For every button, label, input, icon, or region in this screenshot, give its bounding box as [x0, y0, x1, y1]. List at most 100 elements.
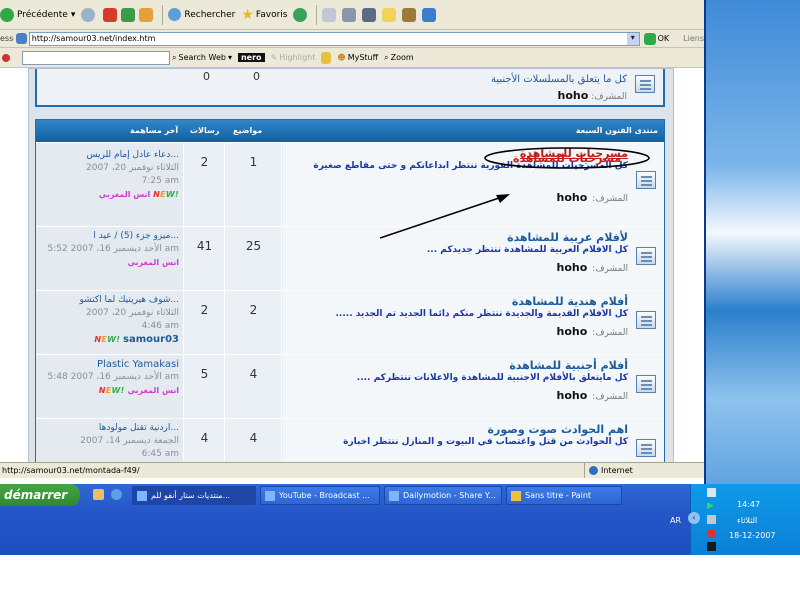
- forum-title-link[interactable]: أفلام أجنبية للمشاهدة: [287, 359, 628, 372]
- search-label: Rechercher: [184, 9, 236, 20]
- clock-date: 18-12-2007: [729, 531, 776, 540]
- go-arrow-icon[interactable]: [643, 32, 656, 45]
- research-icon[interactable]: [402, 7, 417, 22]
- last-post-user[interactable]: انس المغربي: [99, 190, 151, 199]
- clock-time[interactable]: 14:47: [737, 500, 760, 509]
- forum-icon: [636, 375, 656, 393]
- topics-count: 25: [226, 227, 282, 290]
- system-tray: ‹ ▶ 14:47 الثلاثاء 18-12-2007: [688, 484, 800, 555]
- prev-moderator-line: المشرف: hoho: [558, 89, 627, 102]
- forum-title-link[interactable]: أفلام هندية للمشاهدة: [287, 295, 628, 308]
- moderator-link[interactable]: hoho: [557, 325, 588, 338]
- address-input[interactable]: http://samour03.net/index.htm ▾: [28, 31, 640, 46]
- edit-icon[interactable]: [362, 7, 377, 22]
- quicklaunch-icon[interactable]: [93, 489, 104, 500]
- tray-antivirus-icon[interactable]: [707, 529, 716, 538]
- pencil-icon: ✎: [270, 53, 278, 62]
- search-web-button[interactable]: ⌕ Search Web ▾: [172, 53, 232, 63]
- moderator-link[interactable]: hoho: [557, 191, 588, 204]
- tray-volume-icon[interactable]: [707, 515, 716, 524]
- ie-icon: [265, 490, 275, 501]
- forum-title-link[interactable]: اهم الحوادث صوت وصورة: [287, 423, 628, 436]
- toolbar-separator: [316, 4, 318, 25]
- links-button[interactable]: Liens: [683, 34, 704, 43]
- mystuff-button[interactable]: ☻ MyStuff: [337, 53, 378, 62]
- dropdown-arrow-icon[interactable]: ▾: [626, 32, 639, 45]
- tray-shield-icon[interactable]: [707, 542, 716, 551]
- forum-icon: [635, 75, 655, 93]
- favorites-button[interactable]: ★ Favoris: [241, 7, 287, 23]
- topics-count: 4: [226, 419, 282, 462]
- taskbar-item[interactable]: Dailymotion - Share Y...: [384, 486, 502, 505]
- col-last-post: آخر مساهمة: [130, 126, 179, 135]
- prev-forum-description[interactable]: كل ما يتعلق بالمسلسلات الأجنبية: [491, 74, 627, 85]
- forum-row: شوف هيريتيك لما اكتشو... الثلاثاء نوفمبر…: [36, 290, 664, 354]
- zoom-button[interactable]: ⌕ Zoom: [384, 53, 414, 63]
- last-post-title[interactable]: اردنية تقتل مولودها...: [40, 422, 179, 435]
- nero-search-toolbar: ⌕ Search Web ▾ nero ✎ Highlight ☻ MyStuf…: [0, 48, 704, 68]
- forum-title-link[interactable]: مسرحيات للمشاهدة: [287, 147, 628, 160]
- home-icon[interactable]: [139, 7, 154, 22]
- last-post-title[interactable]: دعاء عادل إمام للريس...: [40, 149, 180, 162]
- go-button[interactable]: OK: [658, 34, 670, 43]
- last-post-title[interactable]: ميزو جزء (5) / عيد ا...: [40, 230, 179, 243]
- forum-row: Plastic Yamakasi الأحد ديسمبر 16، 2007 5…: [36, 354, 664, 418]
- tray-chevron-icon[interactable]: ‹: [688, 512, 700, 524]
- last-post-user[interactable]: انس المغربي: [127, 386, 179, 395]
- category-title[interactable]: منتدى الفنون السبعة: [576, 126, 658, 135]
- dropdown-arrow-icon: ▾: [70, 9, 76, 20]
- mystuff-label: MyStuff: [347, 53, 379, 62]
- search-web-input[interactable]: [22, 50, 170, 65]
- nero-bar-icon: [2, 53, 10, 62]
- messenger-icon[interactable]: [422, 7, 437, 22]
- last-post-title[interactable]: شوف هيريتيك لما اكتشو...: [40, 294, 179, 307]
- posts-count: 5: [185, 355, 225, 418]
- last-post-time: 7:25 am: [141, 176, 179, 186]
- tray-play-icon[interactable]: ▶: [707, 501, 714, 511]
- moderator-link[interactable]: hoho: [557, 389, 588, 402]
- moderator-line: المشرف: hoho: [287, 191, 628, 206]
- history-icon[interactable]: [293, 7, 308, 22]
- new-badge[interactable]: NEW!: [94, 335, 120, 344]
- stop-icon[interactable]: [103, 7, 118, 22]
- folder-icon[interactable]: [382, 7, 397, 22]
- start-button[interactable]: démarrer: [0, 484, 80, 506]
- new-badge[interactable]: NEW!: [153, 190, 179, 199]
- prev-topics-count: 0: [253, 70, 260, 83]
- taskbar-item[interactable]: Sans titre - Paint: [506, 486, 622, 505]
- print-icon[interactable]: [342, 7, 357, 22]
- ie-icon: [137, 490, 147, 501]
- tray-network-icon[interactable]: [707, 488, 716, 497]
- language-indicator[interactable]: AR: [670, 516, 681, 525]
- moderator-link[interactable]: hoho: [557, 261, 588, 274]
- new-badge[interactable]: NEW!: [99, 386, 125, 395]
- search-button[interactable]: Rechercher: [168, 8, 235, 21]
- back-button[interactable]: Précédente ▾: [0, 7, 76, 22]
- refresh-icon[interactable]: [121, 7, 136, 22]
- taskbar-item[interactable]: منتديات ستار أنفو للم...: [132, 486, 256, 505]
- mail-icon[interactable]: [322, 7, 337, 22]
- highlight-button[interactable]: ✎ Highlight: [271, 53, 316, 62]
- moderator-line: المشرف: hoho: [287, 261, 628, 276]
- ie-standard-toolbar: Précédente ▾ Rechercher ★ Favoris: [0, 0, 704, 30]
- zoom-label: Zoom: [390, 53, 414, 62]
- posts-count: 4: [185, 419, 225, 462]
- moderator-link[interactable]: hoho: [558, 89, 589, 102]
- last-post-title[interactable]: Plastic Yamakasi: [40, 358, 179, 371]
- taskbar-item[interactable]: YouTube - Broadcast ...: [260, 486, 380, 505]
- forward-arrow-icon[interactable]: [81, 7, 96, 22]
- forum-description: كل الافلام العربية للمشاهدة ننتظر جديدكم…: [426, 245, 628, 255]
- desktop-wallpaper: [704, 0, 800, 555]
- nero-logo[interactable]: nero: [237, 53, 265, 62]
- forum-title-link[interactable]: لأفلام عربية للمشاهدة: [287, 231, 628, 244]
- last-post-user[interactable]: samour03: [123, 334, 179, 345]
- col-posts: رسالات: [190, 126, 220, 135]
- address-url: http://samour03.net/index.htm: [31, 34, 156, 43]
- favorites-label: Favoris: [255, 9, 288, 20]
- clock-day: الثلاثاء: [737, 516, 758, 525]
- bookmark-icon[interactable]: [321, 51, 332, 64]
- last-post-user[interactable]: انس المغربي: [127, 258, 179, 267]
- screen: Précédente ▾ Rechercher ★ Favoris esse h…: [0, 0, 800, 555]
- quicklaunch-ie-icon[interactable]: [111, 489, 122, 500]
- forum-icon: [636, 439, 656, 457]
